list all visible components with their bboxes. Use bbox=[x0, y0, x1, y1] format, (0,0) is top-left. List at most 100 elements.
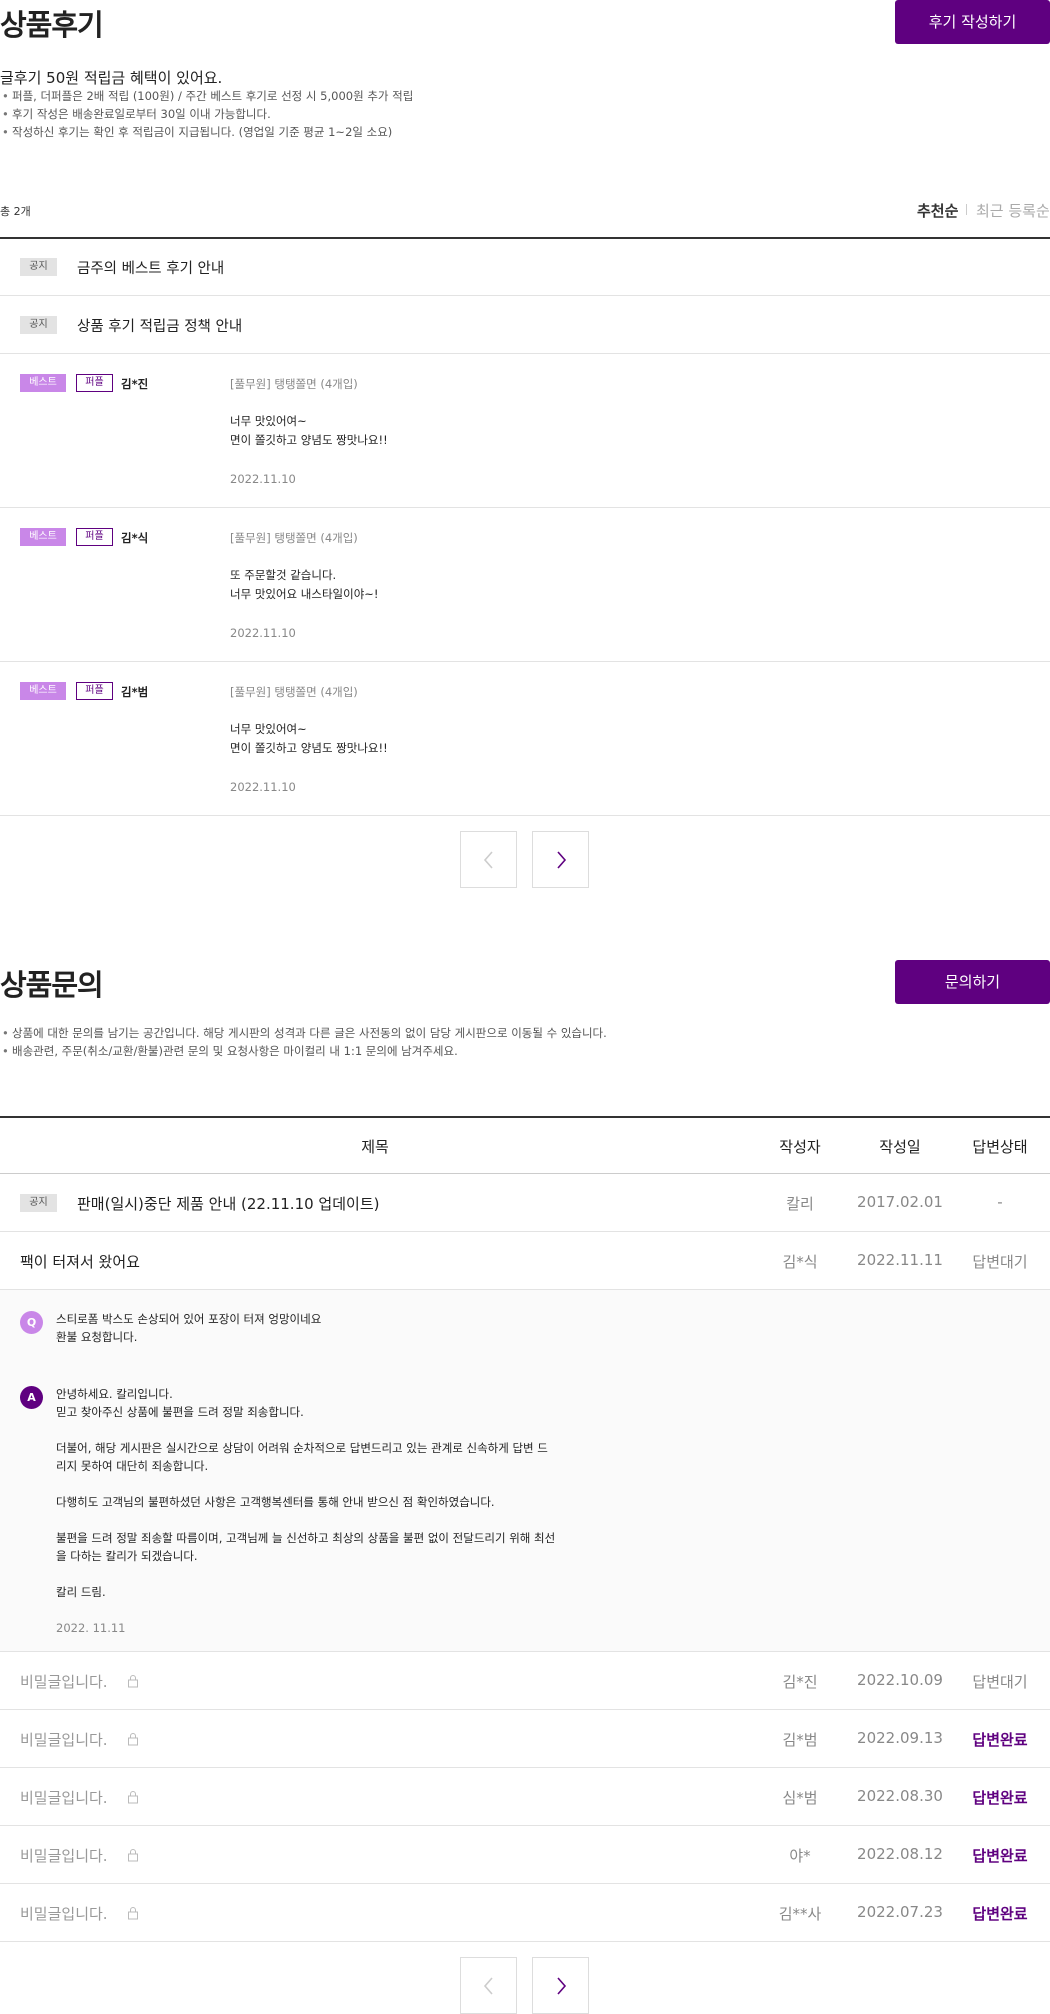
review-date: 2022.11.10 bbox=[230, 626, 296, 640]
lock-icon bbox=[128, 1675, 138, 1688]
best-tag: 베스트 bbox=[20, 374, 66, 392]
notice-tag: 공지 bbox=[20, 1194, 57, 1212]
inquiry-note: 상품에 대한 문의를 남기는 공간입니다. 해당 게시판의 성격과 다른 글은 … bbox=[0, 1024, 607, 1042]
row-divider bbox=[0, 1231, 1050, 1232]
answer-line: 다행히도 고객님의 불편하셨던 사항은 고객행복센터를 통해 안내 받으신 점 … bbox=[56, 1495, 495, 1509]
inquiry-author: 칼리 bbox=[786, 1195, 814, 1213]
review-prev-page-button[interactable] bbox=[460, 831, 517, 888]
inquiry-date: 2022.07.23 bbox=[857, 1903, 943, 1921]
row-divider bbox=[0, 661, 1050, 662]
secret-title[interactable]: 비밀글입니다. bbox=[20, 1845, 108, 1866]
inquiry-table-top-border bbox=[0, 1116, 1050, 1118]
review-date: 2022.11.10 bbox=[230, 780, 296, 794]
row-divider bbox=[0, 1825, 1050, 1826]
review-section-title: 상품후기 bbox=[0, 8, 104, 42]
ask-question-button[interactable]: 문의하기 bbox=[895, 960, 1050, 1004]
notice-tag: 공지 bbox=[20, 258, 57, 276]
benefit-item: 작성하신 후기는 확인 후 적립금이 지급됩니다. (영업일 기준 평균 1~2… bbox=[0, 123, 413, 141]
answer-date: 2022. 11.11 bbox=[56, 1621, 126, 1635]
review-product-name: [풀무원] 탱탱쫄면 (4개입) bbox=[230, 531, 358, 545]
best-tag: 베스트 bbox=[20, 682, 66, 700]
inquiry-author: 야* bbox=[789, 1847, 811, 1865]
review-table-top-border bbox=[0, 237, 1050, 239]
review-line: 면이 쫄깃하고 양념도 짱맛나요!! bbox=[230, 741, 388, 755]
review-line: 너무 맛있어여~ bbox=[230, 414, 307, 428]
answer-line: 리지 못하여 대단히 죄송합니다. bbox=[56, 1459, 209, 1473]
review-author: 김*진 bbox=[121, 377, 149, 391]
secret-title[interactable]: 비밀글입니다. bbox=[20, 1787, 108, 1808]
inquiry-title[interactable]: 판매(일시)중단 제품 안내 (22.11.10 업데이트) bbox=[77, 1193, 379, 1214]
answer-content: 안녕하세요. 칼리입니다. 믿고 찾아주신 상품에 불편을 드려 정말 죄송합니… bbox=[56, 1385, 555, 1637]
benefit-item: 후기 작성은 배송완료일로부터 30일 이내 가능합니다. bbox=[0, 105, 413, 123]
inquiry-author: 심*범 bbox=[782, 1789, 818, 1807]
question-content: 스티로폼 박스도 손상되어 있어 포장이 터져 엉망이네요 환불 요청합니다. bbox=[56, 1310, 321, 1346]
lock-icon bbox=[128, 1849, 138, 1862]
inquiry-next-page-button[interactable] bbox=[532, 1957, 589, 2014]
col-header-date: 작성일 bbox=[879, 1138, 921, 1156]
inquiry-author: 김*진 bbox=[782, 1673, 818, 1691]
inquiry-date: 2017.02.01 bbox=[857, 1193, 943, 1211]
inquiry-title[interactable]: 팩이 터져서 왔어요 bbox=[20, 1251, 140, 1272]
benefit-item: 퍼플, 더퍼플은 2배 적립 (100원) / 주간 베스트 후기로 선정 시 … bbox=[0, 87, 413, 105]
review-notice-title[interactable]: 금주의 베스트 후기 안내 bbox=[77, 257, 224, 278]
question-line: 환불 요청합니다. bbox=[56, 1330, 138, 1344]
inquiry-note: 배송관련, 주문(취소/교환/환불)관련 문의 및 요청사항은 마이컬리 내 1… bbox=[0, 1042, 607, 1060]
chevron-right-icon bbox=[557, 851, 567, 869]
col-header-title: 제목 bbox=[361, 1138, 389, 1156]
lock-icon bbox=[128, 1791, 138, 1804]
review-benefit-list: 퍼플, 더퍼플은 2배 적립 (100원) / 주간 베스트 후기로 선정 시 … bbox=[0, 87, 413, 141]
inquiry-status: 답변완료 bbox=[972, 1731, 1028, 1749]
review-notice-title[interactable]: 상품 후기 적립금 정책 안내 bbox=[77, 315, 242, 336]
review-line: 또 주문할것 같습니다. bbox=[230, 568, 337, 582]
write-review-button[interactable]: 후기 작성하기 bbox=[895, 0, 1050, 44]
inquiry-date: 2022.08.30 bbox=[857, 1787, 943, 1805]
review-product-name: [풀무원] 탱탱쫄면 (4개입) bbox=[230, 685, 358, 699]
inquiry-date: 2022.11.11 bbox=[857, 1251, 943, 1269]
inquiry-prev-page-button[interactable] bbox=[460, 1957, 517, 2014]
inquiry-date: 2022.08.12 bbox=[857, 1845, 943, 1863]
review-line: 너무 맛있어요 내스타일이야~! bbox=[230, 587, 379, 601]
lock-icon bbox=[128, 1907, 138, 1920]
review-product-name: [풀무원] 탱탱쫄면 (4개입) bbox=[230, 377, 358, 391]
inquiry-notes: 상품에 대한 문의를 남기는 공간입니다. 해당 게시판의 성격과 다른 글은 … bbox=[0, 1024, 607, 1060]
secret-title[interactable]: 비밀글입니다. bbox=[20, 1729, 108, 1750]
answer-line: 안녕하세요. 칼리입니다. bbox=[56, 1387, 173, 1401]
row-divider bbox=[0, 1883, 1050, 1884]
inquiry-date: 2022.09.13 bbox=[857, 1729, 943, 1747]
grade-tag: 퍼플 bbox=[76, 374, 113, 392]
inquiry-author: 김**사 bbox=[778, 1905, 822, 1923]
question-badge: Q bbox=[20, 1311, 43, 1334]
inquiry-status: 답변완료 bbox=[972, 1847, 1028, 1865]
question-line: 스티로폼 박스도 손상되어 있어 포장이 터져 엉망이네요 bbox=[56, 1312, 322, 1326]
chevron-left-icon bbox=[483, 1977, 493, 1995]
answer-line: 불편을 드려 정말 죄송할 따름이며, 고객님께 늘 신선하고 최상의 상품을 … bbox=[56, 1531, 556, 1545]
lock-icon bbox=[128, 1733, 138, 1746]
chevron-right-icon bbox=[557, 1977, 567, 1995]
answer-line: 믿고 찾아주신 상품에 불편을 드려 정말 죄송합니다. bbox=[56, 1405, 304, 1419]
review-date: 2022.11.10 bbox=[230, 472, 296, 486]
sort-recent[interactable]: 최근 등록순 bbox=[976, 200, 1050, 221]
secret-title[interactable]: 비밀글입니다. bbox=[20, 1671, 108, 1692]
row-divider bbox=[0, 1709, 1050, 1710]
row-divider bbox=[0, 295, 1050, 296]
inquiry-date: 2022.10.09 bbox=[857, 1671, 943, 1689]
review-next-page-button[interactable] bbox=[532, 831, 589, 888]
secret-title[interactable]: 비밀글입니다. bbox=[20, 1903, 108, 1924]
row-divider bbox=[0, 507, 1050, 508]
review-author: 김*범 bbox=[121, 685, 149, 699]
review-line: 면이 쫄깃하고 양념도 짱맛나요!! bbox=[230, 433, 388, 447]
inquiry-author: 김*식 bbox=[782, 1253, 818, 1271]
inquiry-status: 답변대기 bbox=[972, 1253, 1028, 1271]
inquiry-status: 답변대기 bbox=[972, 1673, 1028, 1691]
chevron-left-icon bbox=[483, 851, 493, 869]
grade-tag: 퍼플 bbox=[76, 528, 113, 546]
review-total-count: 총 2개 bbox=[0, 205, 31, 218]
sort-recommended[interactable]: 추천순 bbox=[917, 200, 958, 221]
inquiry-status: - bbox=[997, 1193, 1003, 1211]
header-divider bbox=[0, 1173, 1050, 1174]
inquiry-status: 답변완료 bbox=[972, 1789, 1028, 1807]
answer-line: 더불어, 해당 게시판은 실시간으로 상담이 어려워 순차적으로 답변드리고 있… bbox=[56, 1441, 548, 1455]
row-divider bbox=[0, 353, 1050, 354]
row-divider bbox=[0, 1651, 1050, 1652]
review-content: 너무 맛있어여~ 면이 쫄깃하고 양념도 짱맛나요!! bbox=[230, 412, 388, 450]
